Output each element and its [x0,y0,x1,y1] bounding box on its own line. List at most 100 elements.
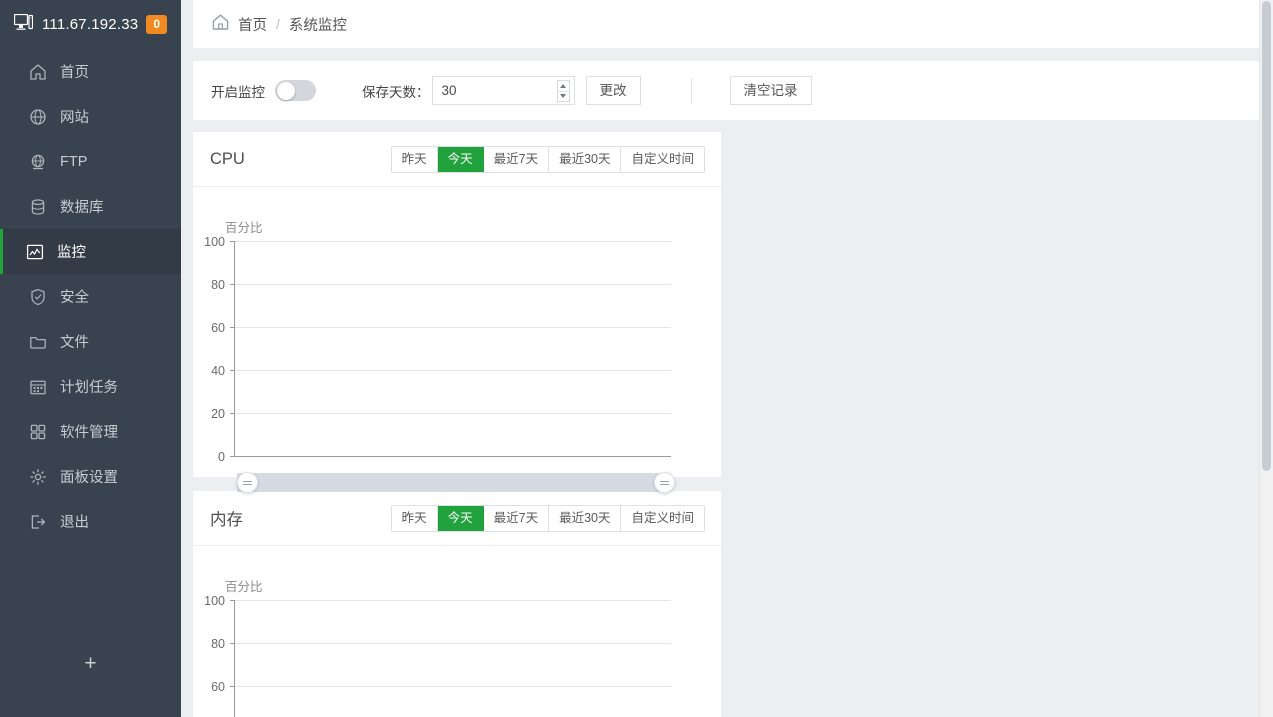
quantity-stepper[interactable] [557,80,570,102]
sidebar-item-label: 监控 [57,241,86,262]
time-range-tabs-cpu: 昨天 今天 最近7天 最近30天 自定义时间 [391,146,705,173]
handle-grip-icon [243,479,252,487]
chart-zoom-slider-handle-right[interactable] [654,472,675,493]
tab-today[interactable]: 今天 [438,506,484,531]
chart-zoom-slider-handle-left[interactable] [237,472,258,493]
chart-zoom-slider-track[interactable] [237,473,671,492]
panel-body: 百分比 100 80 60 40 20 0 [193,187,721,477]
sidebar-item-label: 数据库 [60,196,104,217]
chart-cpu[interactable]: 百分比 100 80 60 40 20 0 [193,187,721,477]
breadcrumb-current: 系统监控 [289,14,347,35]
gridline [234,413,671,414]
breadcrumb-home-link[interactable]: 首页 [238,14,267,35]
monitor-chart-icon [26,243,44,261]
gridline [234,600,671,601]
y-tick: 60 [197,680,225,694]
tab-custom-time[interactable]: 自定义时间 [621,506,704,531]
chart-memory[interactable]: 百分比 100 80 60 40 20 0 [193,546,721,717]
gridline [234,327,671,328]
save-days-input[interactable] [433,77,545,104]
panel-header: CPU 昨天 今天 最近7天 最近30天 自定义时间 [193,132,721,187]
page-title: CPU [210,150,391,169]
ftp-icon [29,153,47,171]
change-button[interactable]: 更改 [586,76,641,105]
sidebar-item-database[interactable]: 数据库 [0,184,181,229]
y-tick: 60 [197,321,225,335]
scrollbar-thumb[interactable] [1262,1,1271,471]
gridline [234,370,671,371]
sidebar-footer: + [0,641,181,717]
sidebar-item-label: 安全 [60,286,89,307]
sidebar-item-label: 退出 [60,511,89,532]
gear-icon [29,468,47,486]
home-icon [29,63,47,81]
y-tick: 80 [197,637,225,651]
clear-records-button[interactable]: 清空记录 [730,76,812,105]
save-days-field[interactable] [432,76,575,105]
y-axis-caption: 百分比 [225,576,263,595]
sidebar-item-logout[interactable]: 退出 [0,499,181,544]
sidebar-item-label: 网站 [60,106,89,127]
charts-grid: CPU 昨天 今天 最近7天 最近30天 自定义时间 百分比 100 80 60 [193,132,1261,717]
app-root: 111.67.192.33 0 首页 网站 FTP [0,0,1273,717]
axis-tick [230,686,234,687]
breadcrumb-separator: / [276,16,280,32]
y-axis-line [234,241,235,457]
save-days-label: 保存天数： [362,81,430,101]
tab-yesterday[interactable]: 昨天 [392,506,438,531]
sidebar-item-home[interactable]: 首页 [0,49,181,94]
stepper-down-button[interactable] [558,92,569,102]
panel-memory: 内存 昨天 今天 最近7天 最近30天 自定义时间 百分比 100 80 60 [193,491,721,717]
shield-icon [29,288,47,306]
stepper-up-button[interactable] [558,81,569,92]
sidebar-nav: 首页 网站 FTP 数据库 [0,49,181,641]
tab-last7days[interactable]: 最近7天 [484,147,549,172]
axis-tick [230,241,234,242]
tab-today[interactable]: 今天 [438,147,484,172]
add-server-button[interactable]: + [84,653,96,674]
sidebar-item-security[interactable]: 安全 [0,274,181,319]
y-tick: 40 [197,364,225,378]
y-tick: 20 [197,407,225,421]
tab-last7days[interactable]: 最近7天 [484,506,549,531]
y-axis-caption: 百分比 [225,217,263,236]
sidebar-item-monitor[interactable]: 监控 [0,229,181,274]
sidebar-item-files[interactable]: 文件 [0,319,181,364]
tab-custom-time[interactable]: 自定义时间 [621,147,704,172]
axis-tick [230,600,234,601]
sidebar-item-label: 计划任务 [60,376,118,397]
time-range-tabs-memory: 昨天 今天 最近7天 最近30天 自定义时间 [391,505,705,532]
monitor-switch-label: 开启监控 [211,81,265,101]
sidebar-notification-badge[interactable]: 0 [146,15,167,34]
sidebar-ip-label: 111.67.192.33 [42,16,146,33]
tab-last30days[interactable]: 最近30天 [549,147,621,172]
gridline [234,643,671,644]
axis-tick [230,456,234,457]
globe-icon [29,108,47,126]
axis-tick [230,370,234,371]
home-icon [211,13,230,36]
database-icon [29,198,47,216]
axis-tick [230,643,234,644]
sidebar-item-ftp[interactable]: FTP [0,139,181,184]
y-axis-line [234,600,235,717]
panel-header: 内存 昨天 今天 最近7天 最近30天 自定义时间 [193,491,721,546]
monitor-toggle-switch[interactable] [275,80,316,101]
tab-last30days[interactable]: 最近30天 [549,506,621,531]
sidebar-item-label: 面板设置 [60,466,118,487]
sidebar-item-label: FTP [60,154,87,170]
tab-yesterday[interactable]: 昨天 [392,147,438,172]
y-tick: 100 [197,594,225,608]
folder-icon [29,333,47,351]
calendar-icon [29,378,47,396]
y-tick: 0 [197,450,225,464]
sidebar-item-cron[interactable]: 计划任务 [0,364,181,409]
sidebar-header: 111.67.192.33 0 [0,0,181,49]
sidebar-item-website[interactable]: 网站 [0,94,181,139]
sidebar-item-settings[interactable]: 面板设置 [0,454,181,499]
page-scrollbar[interactable] [1259,0,1273,717]
toggle-knob [277,82,295,100]
axis-tick [230,327,234,328]
panel-cpu: CPU 昨天 今天 最近7天 最近30天 自定义时间 百分比 100 80 60 [193,132,721,477]
sidebar-item-software[interactable]: 软件管理 [0,409,181,454]
